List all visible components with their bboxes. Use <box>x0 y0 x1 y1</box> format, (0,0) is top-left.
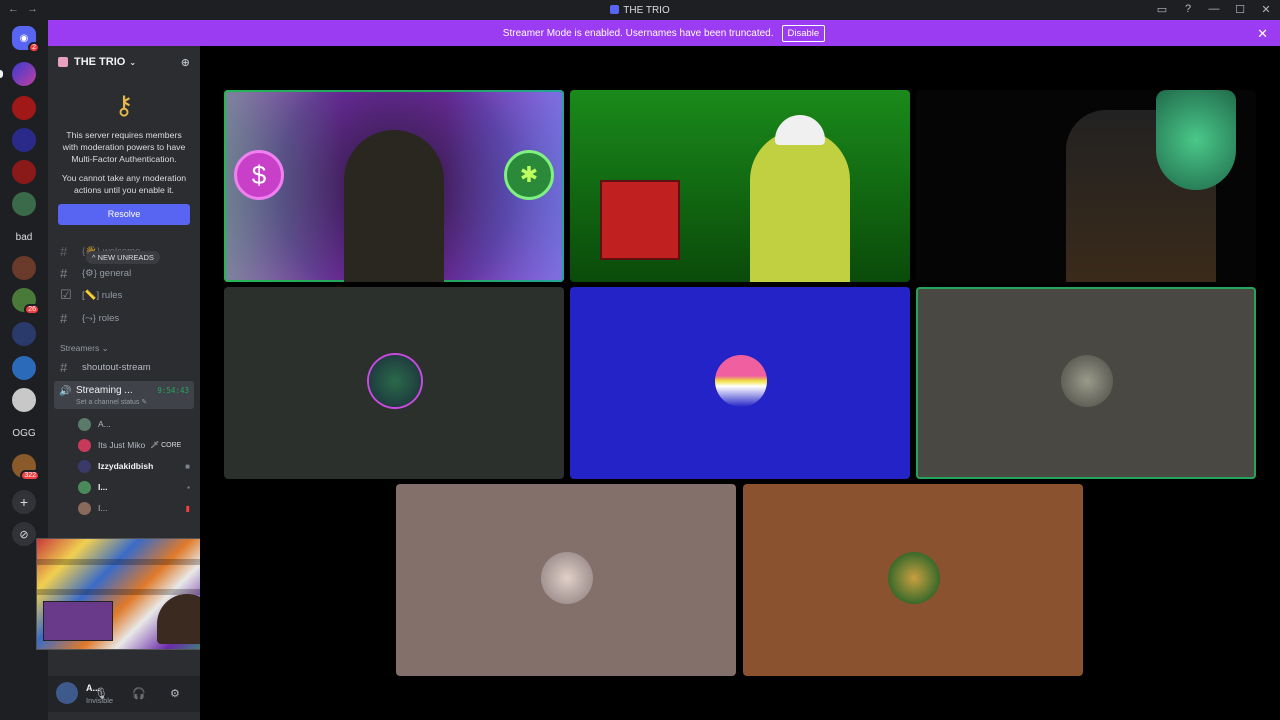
avatar <box>78 501 91 515</box>
selected-pill <box>0 70 3 78</box>
server-icon[interactable] <box>12 128 36 152</box>
mfa-warning-text: You cannot take any moderation actions u… <box>61 173 187 195</box>
avatar <box>78 480 91 494</box>
disable-streamer-mode-button[interactable]: Disable <box>781 24 826 42</box>
streamer-figure <box>750 130 850 282</box>
voice-video-stage: $ ✱ <box>200 46 1280 720</box>
video-tile-camera[interactable]: $ ✱ <box>224 90 564 282</box>
voice-member[interactable]: Izzydakidbish ■ <box>78 458 190 474</box>
server-icon[interactable] <box>12 192 36 216</box>
voice-member[interactable]: Its Just Miko 🗡 CORE <box>78 437 190 453</box>
mute-icon: ▮ <box>185 503 190 513</box>
voice-member[interactable]: I... ▪ <box>78 479 190 495</box>
mfa-requirement-text: This server requires members with modera… <box>62 130 186 164</box>
participant-avatar <box>715 355 767 407</box>
speaker-icon: 🔊 <box>59 386 72 397</box>
server-icon[interactable] <box>12 256 36 280</box>
hash-icon: # <box>60 243 68 259</box>
invite-icon[interactable]: ⊕ <box>181 56 190 69</box>
streamer-mode-banner: Streamer Mode is enabled. Usernames have… <box>48 20 1280 46</box>
category-streamers[interactable]: Streamers ⌄ <box>60 343 109 354</box>
inbox-icon[interactable]: ▭ <box>1156 3 1168 16</box>
rules-checkbox-icon: ☑ <box>60 287 72 302</box>
whiteboard <box>600 180 680 260</box>
channel-general[interactable]: # {⚙} general <box>56 264 196 282</box>
channel-shoutout-stream[interactable]: # shoutout-stream <box>56 358 196 376</box>
participant-avatar <box>888 552 940 604</box>
resolve-button[interactable]: Resolve <box>58 204 190 225</box>
server-home-icon <box>58 57 68 67</box>
channel-roles[interactable]: # {⤳} roles <box>56 309 196 327</box>
video-tile-avatar[interactable] <box>743 484 1083 676</box>
server-name: THE TRIO <box>74 56 126 68</box>
settings-gear-icon[interactable]: ⚙ <box>170 687 180 700</box>
add-server-button[interactable]: + <box>12 490 36 514</box>
server-icon[interactable] <box>12 160 36 184</box>
video-tile-avatar[interactable] <box>916 287 1256 479</box>
server-ogg[interactable]: OGG <box>12 421 36 445</box>
avatar <box>78 417 91 431</box>
voice-member[interactable]: A... <box>78 416 190 432</box>
streamer-figure <box>344 130 444 282</box>
mfa-notice: ⚷ This server requires members with mode… <box>48 90 200 225</box>
participant-avatar <box>1061 355 1113 407</box>
server-logo-icon <box>610 5 620 14</box>
window-title: THE TRIO <box>0 5 1280 16</box>
video-tile-camera[interactable] <box>916 90 1256 282</box>
chevron-down-icon: ⌄ <box>129 57 137 67</box>
server-icon[interactable] <box>12 322 36 346</box>
close-window-button[interactable]: ✕ <box>1260 3 1272 16</box>
voice-member[interactable]: I... ▮ <box>78 500 190 516</box>
avatar <box>78 459 91 473</box>
user-panel: A... Invisible 🎙 🎧 ⚙ <box>48 676 200 712</box>
user-avatar[interactable] <box>56 682 78 704</box>
maximize-button[interactable]: ☐ <box>1234 3 1246 16</box>
channel-rules[interactable]: ☑ [📏] rules <box>56 286 196 304</box>
server-icon[interactable] <box>12 356 36 380</box>
help-icon[interactable]: ? <box>1182 3 1194 16</box>
dollar-icon: $ <box>234 150 284 200</box>
leaf-icon: ✱ <box>504 150 554 200</box>
video-tile-avatar[interactable] <box>224 287 564 479</box>
key-icon: ⚷ <box>114 90 134 120</box>
voice-channel-name: Streaming ... <box>76 385 133 396</box>
role-tag: 🗡 CORE <box>150 442 182 449</box>
camera-icon: ▪ <box>187 482 190 492</box>
discover-icon[interactable]: ⊘ <box>12 522 36 546</box>
hash-icon: # <box>60 265 68 281</box>
hash-icon: # <box>60 310 68 326</box>
avatar <box>78 438 91 452</box>
participant-avatar <box>369 355 421 407</box>
video-tile-camera[interactable] <box>570 90 910 282</box>
video-tile-avatar[interactable] <box>396 484 736 676</box>
server-icon[interactable]: 26 <box>12 288 40 315</box>
camera-icon: ■ <box>185 461 190 471</box>
server-bad[interactable]: bad <box>12 225 36 249</box>
minimize-button[interactable]: — <box>1208 3 1220 16</box>
hard-hat <box>775 115 825 145</box>
server-icon[interactable] <box>12 388 36 412</box>
voice-channel-streaming[interactable]: 🔊 Streaming ... 9:54:43 Set a channel st… <box>54 381 194 409</box>
server-icon[interactable]: 322 <box>12 454 40 481</box>
participant-avatar <box>541 552 593 604</box>
new-unreads-pill[interactable]: ^ NEW UNREADS <box>86 251 160 264</box>
microphone-icon[interactable]: 🎙 <box>94 687 108 700</box>
pip-monitor <box>43 601 113 641</box>
flask-icon <box>1156 90 1236 190</box>
set-channel-status[interactable]: Set a channel status ✎ <box>76 398 147 406</box>
server-icon[interactable] <box>12 62 36 86</box>
hash-icon: # <box>60 359 68 375</box>
headset-icon[interactable]: 🎧 <box>132 687 146 700</box>
server-header[interactable]: THE TRIO ⌄ ⊕ <box>48 46 200 78</box>
voice-timer: 9:54:43 <box>157 386 189 395</box>
video-tile-avatar[interactable] <box>570 287 910 479</box>
window-titlebar: ←→ THE TRIO ▭ ? — ☐ ✕ <box>0 0 1280 20</box>
close-banner-icon[interactable]: ✕ <box>1257 26 1268 42</box>
home-button[interactable]: ◉ 2 <box>12 26 40 53</box>
banner-message: Streamer Mode is enabled. Usernames have… <box>502 27 774 39</box>
server-icon[interactable] <box>12 96 36 120</box>
